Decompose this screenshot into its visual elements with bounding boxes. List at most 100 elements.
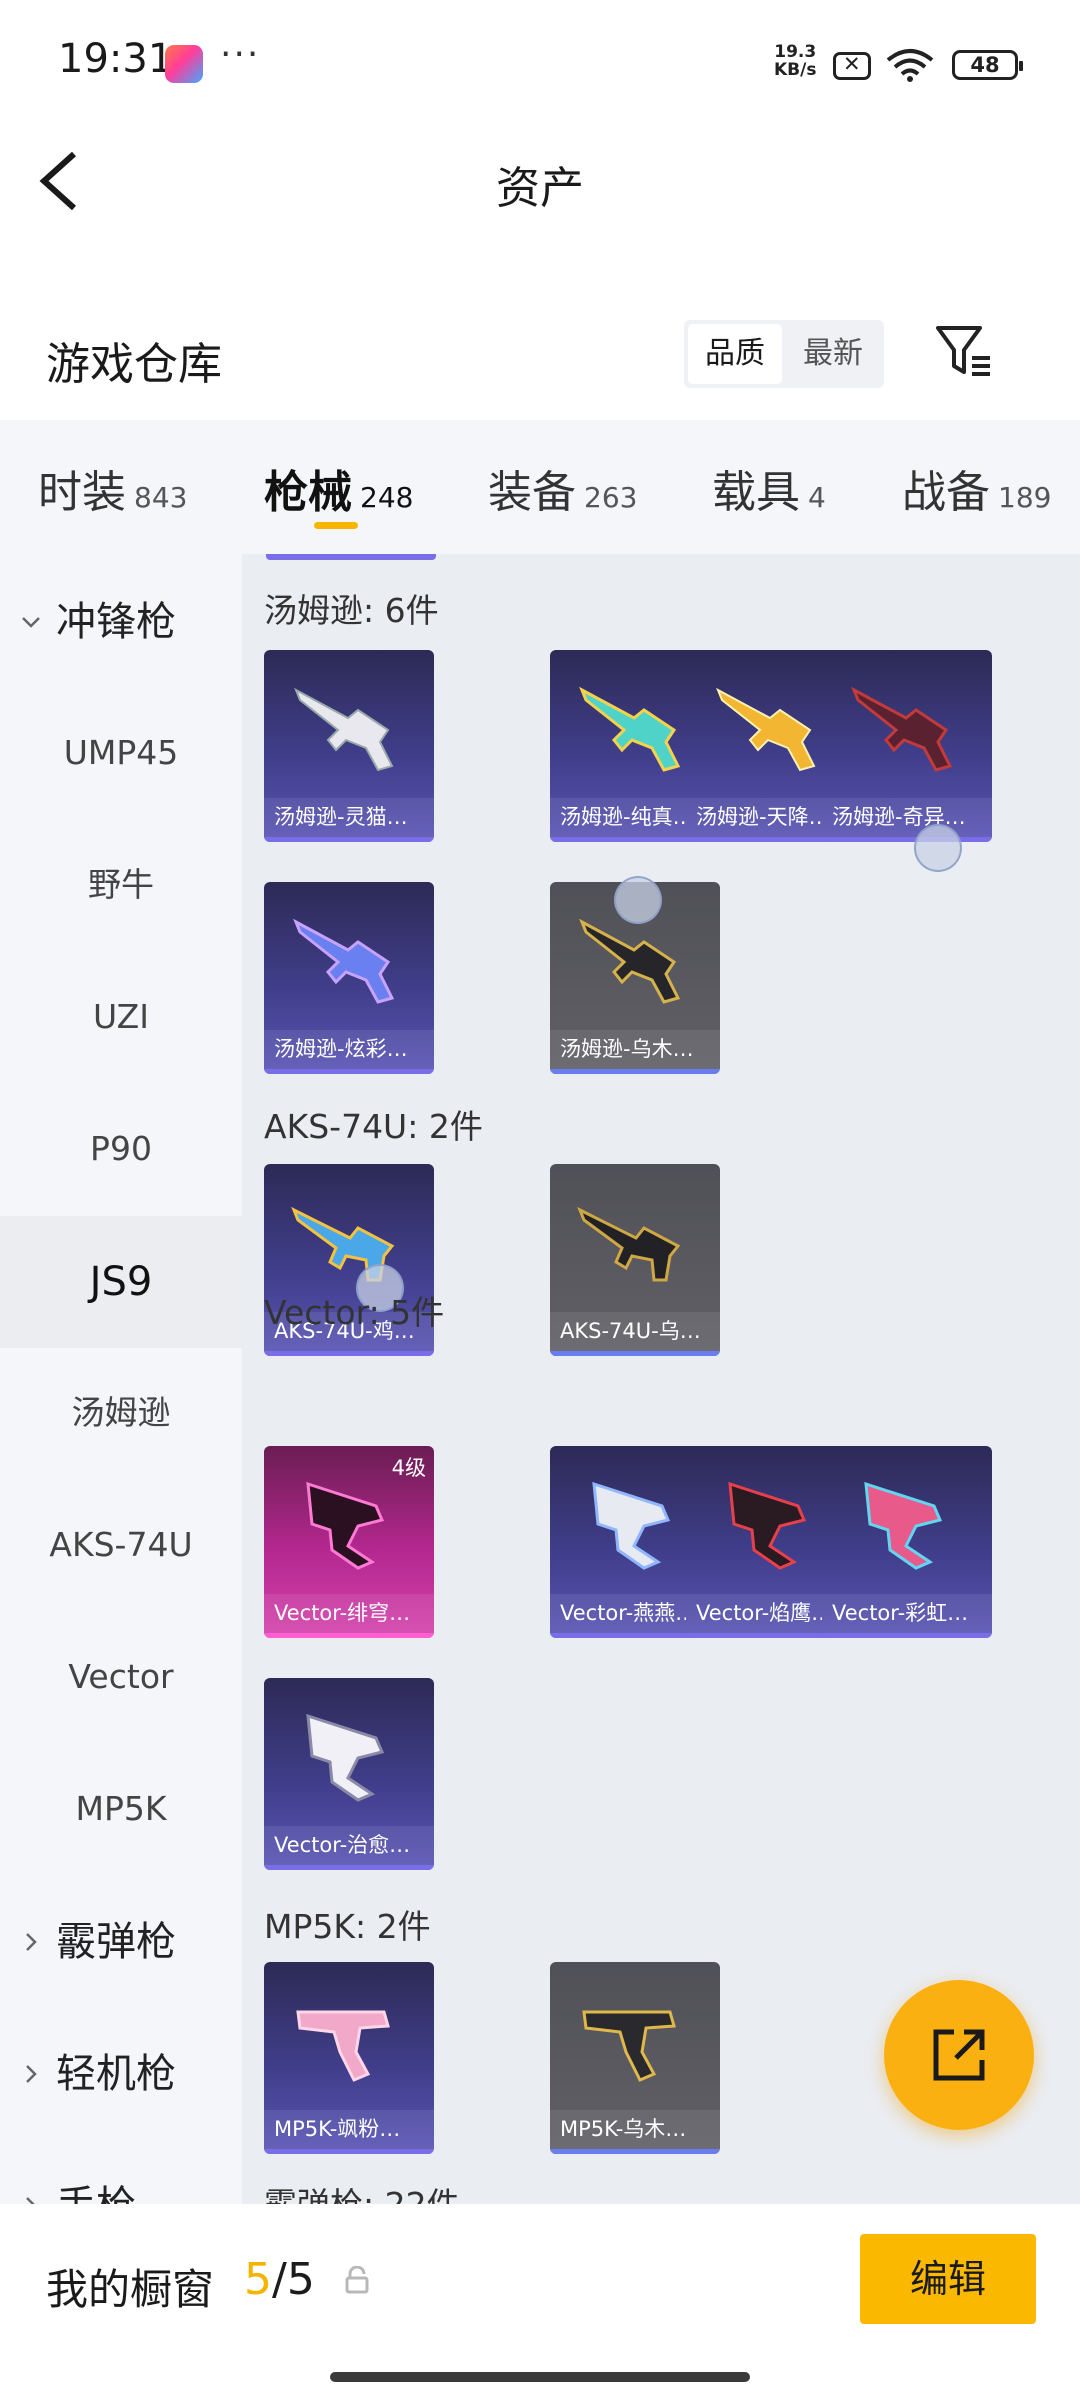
page-title: 资产: [496, 163, 584, 214]
showcase-label: 我的橱窗: [46, 2265, 215, 2314]
skin-name: 汤姆逊-乌木…: [550, 1030, 720, 1070]
battery-icon: 48: [952, 50, 1023, 80]
sidebar-item-p90[interactable]: P90: [0, 1116, 242, 1182]
tab-guns-count: 248: [360, 481, 414, 514]
gun-icon: [864, 1481, 943, 1570]
group-title-mp5k: MP5K: 2件: [264, 1907, 431, 1946]
skin-name: MP5K-飒粉…: [264, 2110, 434, 2150]
skin-card[interactable]: 汤姆逊-炫彩…: [264, 882, 434, 1074]
skin-name: Vector-彩虹…: [822, 1594, 992, 1634]
network-speed-unit: KB/s: [774, 60, 817, 80]
chevron-right-icon: [26, 1933, 37, 1951]
tab-combat-gear[interactable]: 战备 189: [902, 456, 1051, 520]
group-title-thompson: 汤姆逊: 6件: [264, 591, 439, 630]
rarity-bar: [822, 837, 992, 842]
sidebar-item-vector[interactable]: Vector: [0, 1644, 242, 1710]
tab-fashion[interactable]: 时装 843: [38, 456, 187, 520]
sidebar-item-ump45[interactable]: UMP45: [0, 720, 242, 786]
sidebar-group-smg-label: 冲锋枪: [56, 599, 176, 645]
skin-card[interactable]: MP5K-乌木…: [550, 1962, 720, 2154]
sidebar-item-bizon[interactable]: 野牛: [0, 852, 242, 918]
group-title-aks74u: AKS-74U: 2件: [264, 1107, 483, 1146]
gun-icon: [728, 1481, 807, 1570]
skin-name: Vector-绯穹…: [264, 1594, 434, 1634]
skin-card[interactable]: 汤姆逊-灵猫…: [264, 650, 434, 842]
network-speed-value: 19.3: [774, 42, 817, 62]
rarity-bar: [550, 2149, 720, 2154]
skin-name: Vector-治愈…: [264, 1826, 434, 1866]
showcase-count-separator: /: [272, 2254, 287, 2305]
sort-quality-button[interactable]: 品质: [688, 324, 782, 384]
tab-combat-gear-label: 战备: [902, 467, 990, 518]
skin-name: MP5K-乌木…: [550, 2110, 720, 2150]
wifi-icon: [886, 49, 934, 82]
sidebar-item-uzi[interactable]: UZI: [0, 984, 242, 1050]
showcase-count-current: 5: [244, 2254, 272, 2305]
sidebar-item-aks74u[interactable]: AKS-74U: [0, 1512, 242, 1578]
tab-vehicles[interactable]: 载具 4: [712, 456, 826, 520]
tab-fashion-count: 843: [134, 481, 188, 514]
share-icon: [933, 2029, 985, 2081]
chevron-down-icon: [22, 617, 40, 628]
sidebar-group-lmg[interactable]: 轻机枪: [0, 2044, 242, 2104]
chevron-right-icon: [26, 2065, 37, 2083]
skin-card[interactable]: MP5K-飒粉…: [264, 1962, 434, 2154]
skin-card[interactable]: Vector-治愈…: [264, 1678, 434, 1870]
gun-icon: [579, 686, 681, 772]
active-tab-indicator: [314, 522, 358, 529]
skin-name: AKS-74U-乌…: [550, 1312, 720, 1352]
gun-icon: [582, 2010, 676, 2082]
sidebar-item-thompson[interactable]: 汤姆逊: [0, 1380, 242, 1446]
tab-equipment-count: 263: [584, 481, 638, 514]
gun-icon: [293, 918, 395, 1004]
skin-card[interactable]: 汤姆逊-奇异…: [822, 650, 992, 842]
tab-guns[interactable]: 枪械 248: [264, 456, 413, 520]
tab-combat-gear-count: 189: [998, 481, 1052, 514]
tab-fashion-label: 时装: [38, 467, 126, 518]
skin-name: 汤姆逊-灵猫…: [264, 798, 434, 838]
sort-newest-button[interactable]: 最新: [786, 324, 880, 384]
showcase-count-total: 5: [286, 2254, 315, 2305]
rarity-bar: [550, 1069, 720, 1074]
skin-card[interactable]: Vector-彩虹…: [822, 1446, 992, 1638]
skin-card[interactable]: AKS-74U-乌…: [550, 1164, 720, 1356]
tab-equipment[interactable]: 装备 263: [488, 456, 637, 520]
sidebar-item-mp5k[interactable]: MP5K: [0, 1776, 242, 1842]
rarity-bar: [264, 2149, 434, 2154]
rarity-bar: [264, 1351, 434, 1356]
warehouse-title: 游戏仓库: [46, 339, 222, 390]
gun-icon: [577, 1206, 681, 1282]
skin-name: 汤姆逊-炫彩…: [264, 1030, 434, 1070]
edit-button[interactable]: 编辑: [860, 2234, 1036, 2324]
touch-indicator: [914, 824, 962, 872]
sim-disabled-icon: [833, 52, 871, 80]
sidebar-group-shotgun[interactable]: 霰弹枪: [0, 1912, 242, 1972]
gun-icon: [294, 687, 394, 772]
filter-icon[interactable]: [934, 322, 994, 380]
sidebar-group-smg[interactable]: 冲锋枪: [0, 592, 242, 652]
skin-name: 汤姆逊-奇异…: [822, 798, 992, 838]
rarity-bar: [264, 837, 434, 842]
status-time: 19:31: [58, 36, 174, 82]
home-indicator[interactable]: [330, 2372, 750, 2382]
skin-card[interactable]: 4级 Vector-绯穹…: [264, 1446, 434, 1638]
weapon-grid: 汤姆逊: 6件 汤姆逊-灵猫… 汤姆逊-纯真… 汤姆逊-天降… 汤姆逊-奇异… …: [242, 554, 1080, 2204]
showcase-count: 5/5: [244, 2254, 315, 2305]
rarity-bar: [264, 1069, 434, 1074]
game-center-icon: [165, 45, 203, 83]
sidebar-group-shotgun-label: 霰弹枪: [56, 1919, 176, 1965]
gun-icon: [716, 687, 816, 772]
rarity-bar: [264, 1865, 434, 1870]
previous-card-edge: [266, 554, 436, 560]
share-button[interactable]: [884, 1980, 1034, 2130]
tab-vehicles-label: 载具: [712, 467, 800, 518]
more-notifications-icon: ···: [220, 34, 261, 75]
gun-icon: [306, 1713, 385, 1802]
gun-icon: [296, 2010, 390, 2082]
sidebar-item-js9[interactable]: JS9: [0, 1216, 242, 1348]
gun-icon: [306, 1481, 385, 1570]
sidebar-group-lmg-label: 轻机枪: [56, 2051, 176, 2097]
lock-icon: [345, 2266, 369, 2294]
group-title-shotgun: 霰弹枪: 22件: [264, 2178, 460, 2204]
touch-indicator: [614, 876, 662, 924]
